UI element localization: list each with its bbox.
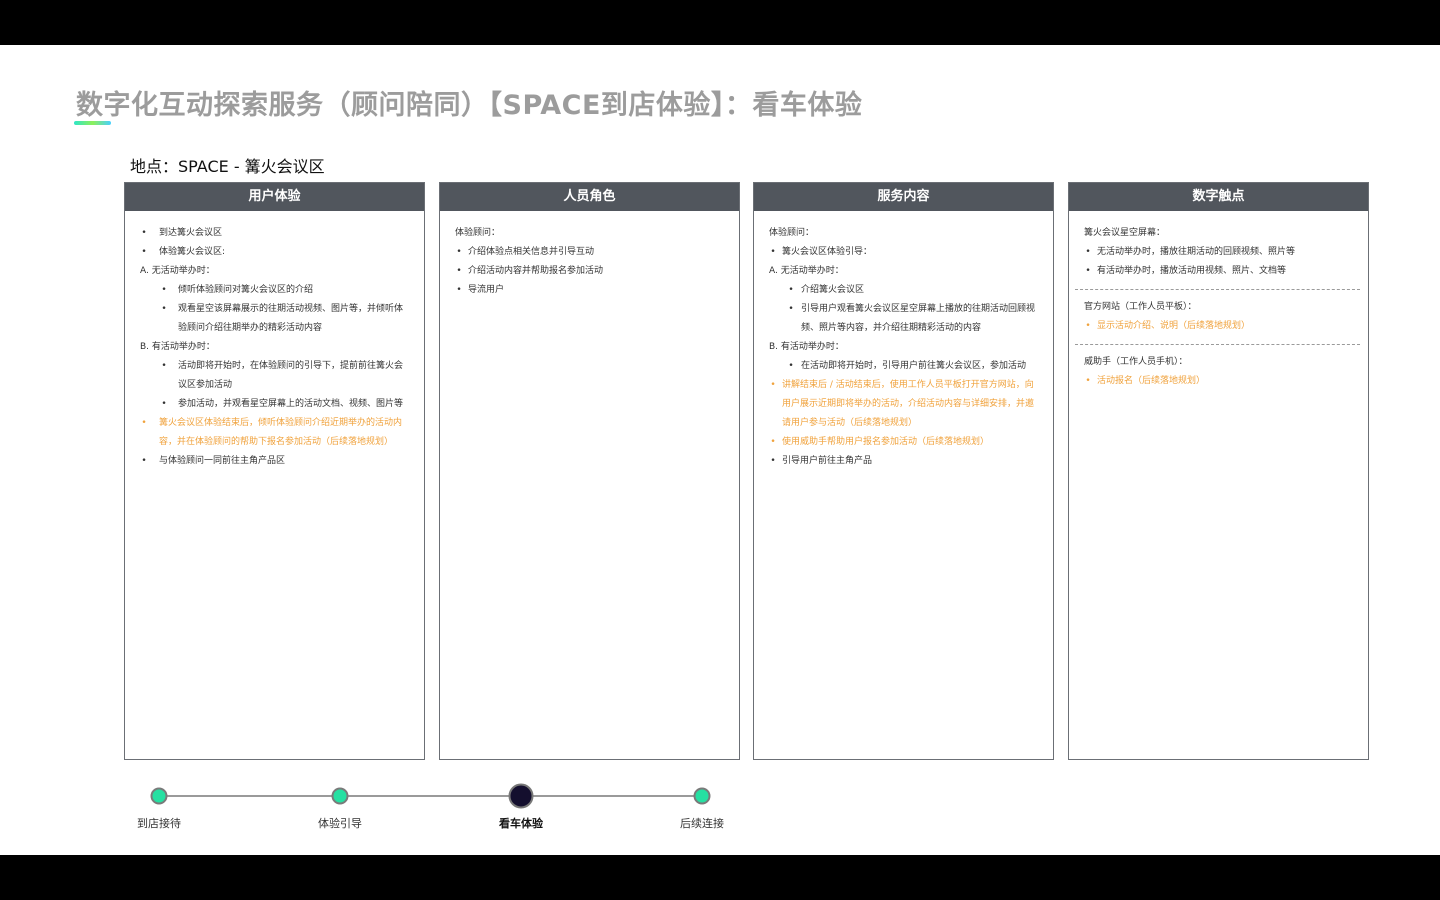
list-item: B. 有活动举办时： bbox=[769, 342, 844, 352]
timeline-node-guidance[interactable] bbox=[331, 787, 349, 805]
list-item: 体验顾问： bbox=[455, 228, 501, 238]
list-item: 验顾问介绍往期举办的精彩活动内容 bbox=[178, 323, 323, 333]
list-item: • 参加活动，并观看星空屏幕上的活动文档、视频、图片等 bbox=[161, 399, 404, 409]
timeline-node-arrival[interactable] bbox=[150, 787, 168, 805]
list-item: A. 无活动举办时： bbox=[140, 266, 215, 276]
list-item: 威助手（工作人员手机）： bbox=[1084, 357, 1188, 367]
list-item: • 到达篝火会议区 bbox=[141, 228, 223, 238]
column-user-experience: 用户体验 • 到达篝火会议区 • 体验篝火会议区: A. 无活动举办时： • 倾听体验… bbox=[124, 182, 425, 760]
column-header: 人员角色 bbox=[440, 183, 739, 211]
list-item: • 与体验顾问一同前往主角产品区 bbox=[141, 456, 286, 466]
list-item-planned: • 使用威助手帮助用户报名参加活动（后续落地规划） bbox=[770, 437, 990, 447]
list-item: • 介绍篝火会议区 bbox=[788, 285, 865, 295]
list-item: • 介绍体验点相关信息并引导互动 bbox=[456, 247, 595, 257]
list-item: • 体验篝火会议区: bbox=[141, 247, 226, 257]
column-header: 用户体验 bbox=[125, 183, 424, 211]
column-body: • 到达篝火会议区 • 体验篝火会议区: A. 无活动举办时： • 倾听体验顾问对篝火… bbox=[125, 211, 424, 471]
list-item: • 观看星空该屏幕展示的往期活动视频、图片等，并倾听体 bbox=[161, 304, 404, 314]
list-item: 官方网站（工作人员平板）： bbox=[1084, 302, 1197, 312]
list-item-planned: 用户展示近期即将举办的活动，介绍活动内容与详细安排，并邀 bbox=[782, 399, 1035, 409]
list-item: • 有活动举办时，播放活动用视频、照片、文档等 bbox=[1085, 266, 1287, 276]
column-body: 篝火会议星空屏幕： • 无活动举办时，播放往期活动的回顾视频、照片等 • 有活动举办… bbox=[1069, 211, 1368, 391]
list-item: • 倾听体验顾问对篝火会议区的介绍 bbox=[161, 285, 314, 295]
list-item: 体验顾问： bbox=[769, 228, 815, 238]
list-item: 频、照片等内容，并介绍往期精彩活动的内容 bbox=[801, 323, 982, 333]
column-body: 体验顾问： • 篝火会议区体验引导： A. 无活动举办时： • 介绍篝火会议区 • 引… bbox=[754, 211, 1053, 471]
timeline-label[interactable]: 体验引导 bbox=[318, 815, 362, 831]
list-item-planned: • 活动报名（后续落地规划） bbox=[1085, 376, 1206, 386]
list-item: • 导流用户 bbox=[456, 285, 505, 295]
list-item: • 在活动即将开始时，引导用户前往篝火会议区，参加活动 bbox=[788, 361, 1027, 371]
list-item-planned: 容，并在体验顾问的帮助下报名参加活动（后续落地规划） bbox=[159, 437, 394, 447]
column-service-content: 服务内容 体验顾问： • 篝火会议区体验引导： A. 无活动举办时： • 介绍篝火会… bbox=[753, 182, 1054, 760]
list-item-planned: • 讲解结束后 / 活动结束后，使用工作人员平板打开官方网站，向 bbox=[770, 380, 1034, 390]
location-label: 地点：SPACE - 篝火会议区 bbox=[130, 157, 325, 176]
timeline-node-follow-up[interactable] bbox=[693, 787, 711, 805]
list-item: • 引导用户前往主角产品 bbox=[770, 456, 873, 466]
list-item: 议区参加活动 bbox=[178, 380, 233, 390]
list-item-planned: 请用户参与活动（后续落地规划） bbox=[782, 418, 918, 428]
timeline-node-car-viewing[interactable] bbox=[508, 783, 534, 809]
dashed-divider bbox=[1075, 289, 1360, 290]
timeline-label[interactable]: 后续连接 bbox=[680, 815, 724, 831]
column-header: 服务内容 bbox=[754, 183, 1053, 211]
column-body: 体验顾问： • 介绍体验点相关信息并引导互动 • 介绍活动内容并帮助报名参加活动 •… bbox=[440, 211, 739, 300]
title-accent-bar bbox=[74, 121, 111, 125]
timeline-label[interactable]: 到店接待 bbox=[137, 815, 181, 831]
page-title: 数字化互动探索服务（顾问陪同）【SPACE到店体验】：看车体验 bbox=[76, 90, 863, 121]
list-item: B. 有活动举办时： bbox=[140, 342, 215, 352]
list-item: 篝火会议星空屏幕： bbox=[1084, 228, 1166, 238]
timeline-track bbox=[159, 795, 702, 797]
list-item-planned: • 显示活动介绍、说明（后续落地规划） bbox=[1085, 321, 1251, 331]
column-staff-role: 人员角色 体验顾问： • 介绍体验点相关信息并引导互动 • 介绍活动内容并帮助报名参… bbox=[439, 182, 740, 760]
list-item: A. 无活动举办时： bbox=[769, 266, 844, 276]
slide: 数字化互动探索服务（顾问陪同）【SPACE到店体验】：看车体验 地点：SPACE… bbox=[0, 45, 1440, 855]
column-header: 数字触点 bbox=[1069, 183, 1368, 211]
list-item: • 介绍活动内容并帮助报名参加活动 bbox=[456, 266, 604, 276]
list-item-planned: • 篝火会议区体验结束后，倾听体验顾问介绍近期举办的活动内 bbox=[141, 418, 403, 428]
dashed-divider bbox=[1075, 344, 1360, 345]
column-digital-touchpoints: 数字触点 篝火会议星空屏幕： • 无活动举办时，播放往期活动的回顾视频、照片等 •… bbox=[1068, 182, 1369, 760]
list-item: • 无活动举办时，播放往期活动的回顾视频、照片等 bbox=[1085, 247, 1296, 257]
list-item: • 篝火会议区体验引导： bbox=[770, 247, 873, 257]
list-item: • 引导用户观看篝火会议区星空屏幕上播放的往期活动回顾视 bbox=[788, 304, 1036, 314]
list-item: • 活动即将开始时，在体验顾问的引导下，提前前往篝火会 bbox=[161, 361, 404, 371]
timeline-label-current[interactable]: 看车体验 bbox=[499, 815, 543, 831]
